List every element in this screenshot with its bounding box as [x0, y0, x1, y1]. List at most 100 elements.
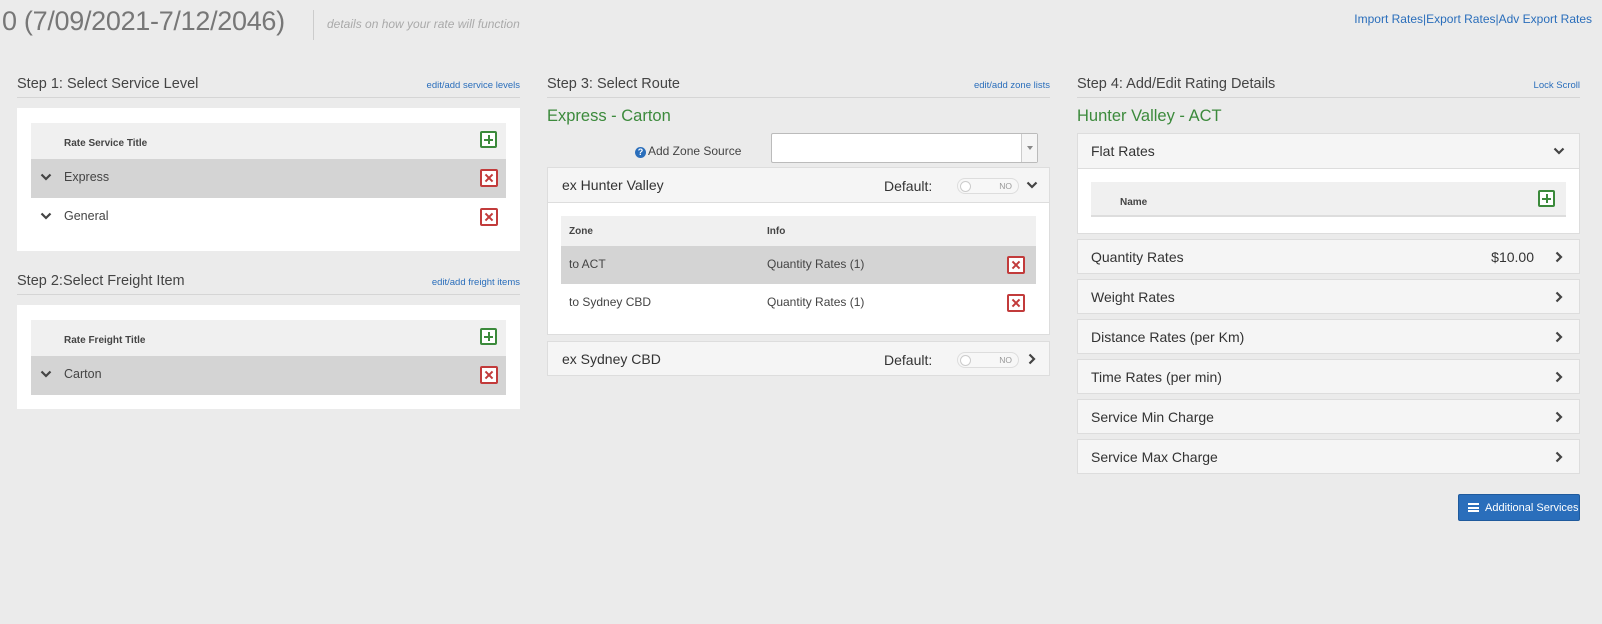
service-level-table: Rate Service Title Express General [31, 123, 506, 237]
table-row[interactable]: to Sydney CBD Quantity Rates (1) [561, 284, 1036, 322]
page-subtitle: details on how your rate will function [327, 17, 520, 31]
toggle-text: NO [999, 355, 1012, 365]
row-label: Express [64, 170, 110, 184]
table-row[interactable]: to ACT Quantity Rates (1) [561, 246, 1036, 284]
row-label: General [64, 209, 109, 223]
table-row[interactable]: Carton [31, 356, 506, 395]
zone-panel-hunter-valley: ex Hunter Valley Default: NO Zone Info t… [547, 167, 1050, 335]
table-row[interactable]: Express [31, 159, 506, 198]
row-label: Carton [64, 367, 102, 381]
chevron-down-icon[interactable] [40, 368, 52, 380]
rate-item-service-max-charge[interactable]: Service Max Charge [1077, 439, 1580, 474]
chevron-right-icon[interactable] [1553, 411, 1565, 423]
default-toggle[interactable]: NO [957, 352, 1019, 368]
table-row[interactable]: General [31, 198, 506, 237]
chevron-right-icon[interactable] [1026, 353, 1038, 365]
zone-panel-body: Zone Info to ACT Quantity Rates (1) to S… [548, 203, 1049, 334]
toggle-text: NO [999, 181, 1012, 191]
freight-item-table: Rate Freight Title Carton [31, 320, 506, 395]
chevron-right-icon[interactable] [1553, 291, 1565, 303]
flat-rates-body: Name [1078, 169, 1579, 233]
flat-rates-table-header: Name [1091, 182, 1566, 217]
service-level-box: Rate Service Title Express General [17, 108, 520, 251]
zone-panel-header[interactable]: ex Sydney CBD Default: NO [548, 342, 1049, 375]
zone-panel-title: ex Sydney CBD [562, 351, 661, 367]
import-rates-link[interactable]: Import Rates [1354, 12, 1423, 26]
info-cell: Quantity Rates (1) [767, 295, 865, 309]
rate-item-time-rates[interactable]: Time Rates (per min) [1077, 359, 1580, 394]
chevron-down-icon[interactable] [40, 171, 52, 183]
add-freight-item-button[interactable] [480, 328, 497, 345]
chevron-right-icon[interactable] [1553, 251, 1565, 263]
rate-item-label: Service Min Charge [1091, 409, 1214, 425]
default-toggle[interactable]: NO [957, 178, 1019, 194]
chevron-right-icon[interactable] [1553, 451, 1565, 463]
route-title: Express - Carton [547, 107, 671, 125]
list-icon [1468, 503, 1479, 512]
adv-export-rates-link[interactable]: Adv Export Rates [1499, 12, 1592, 26]
column-service-freight: Step 1: Select Service Level edit/add se… [17, 74, 520, 409]
chevron-down-icon[interactable] [1553, 145, 1565, 157]
delete-row-button[interactable] [1007, 294, 1025, 312]
delete-row-button[interactable] [1007, 256, 1025, 274]
chevron-right-icon[interactable] [1553, 331, 1565, 343]
step2-header: Step 2:Select Freight Item edit/add frei… [17, 271, 520, 295]
edit-service-levels-link[interactable]: edit/add service levels [427, 80, 520, 91]
delete-row-button[interactable] [480, 208, 498, 226]
chevron-down-icon[interactable] [40, 210, 52, 222]
column-header-zone: Zone [569, 226, 593, 237]
rate-item-label: Distance Rates (per Km) [1091, 329, 1245, 345]
add-service-level-button[interactable] [480, 131, 497, 148]
step3-title: Step 3: Select Route [547, 76, 680, 92]
zone-panel-title: ex Hunter Valley [562, 177, 664, 193]
default-label: Default: [884, 352, 933, 368]
toggle-knob [960, 355, 971, 366]
edit-freight-items-link[interactable]: edit/add freight items [432, 277, 520, 288]
rate-item-label: Time Rates (per min) [1091, 369, 1222, 385]
zone-source-row: ? Add Zone Source [547, 133, 1050, 167]
zone-panel-header[interactable]: ex Hunter Valley Default: NO [548, 168, 1049, 203]
zone-source-select[interactable] [771, 133, 1038, 163]
page-title: 0 (7/09/2021-7/12/2046) [2, 6, 285, 36]
table-header: Rate Service Title [31, 123, 506, 159]
zone-panel-sydney-cbd: ex Sydney CBD Default: NO [547, 341, 1050, 376]
column-route: Step 3: Select Route edit/add zone lists… [547, 74, 1050, 376]
step2-title: Step 2:Select Freight Item [17, 273, 185, 289]
lock-scroll-link[interactable]: Lock Scroll [1534, 80, 1580, 91]
zone-cell: to ACT [569, 257, 606, 271]
additional-services-button[interactable]: Additional Services [1458, 494, 1580, 521]
info-cell: Quantity Rates (1) [767, 257, 865, 271]
column-header-info: Info [767, 226, 786, 237]
table-header: Rate Freight Title [31, 320, 506, 356]
add-flat-rate-button[interactable] [1538, 190, 1555, 207]
column-header-rate-freight-title: Rate Freight Title [64, 335, 146, 346]
delete-row-button[interactable] [480, 169, 498, 187]
zone-table-header: Zone Info [561, 216, 1036, 246]
column-header-rate-service-title: Rate Service Title [64, 138, 148, 149]
flat-rates-panel: Flat Rates Name [1077, 133, 1580, 234]
title-divider [313, 10, 314, 40]
column-rating-details: Step 4: Add/Edit Rating Details Lock Scr… [1077, 74, 1580, 474]
step1-header: Step 1: Select Service Level edit/add se… [17, 74, 520, 98]
rate-item-weight-rates[interactable]: Weight Rates [1077, 279, 1580, 314]
flat-rates-header[interactable]: Flat Rates [1078, 134, 1579, 169]
zone-source-label-wrap: ? Add Zone Source [635, 144, 741, 158]
flat-rates-label: Flat Rates [1091, 143, 1155, 159]
step4-header: Step 4: Add/Edit Rating Details Lock Scr… [1077, 74, 1580, 98]
delete-row-button[interactable] [480, 366, 498, 384]
rate-item-label: Quantity Rates [1091, 249, 1184, 265]
export-rates-link[interactable]: Export Rates [1426, 12, 1495, 26]
rate-item-quantity-rates[interactable]: Quantity Rates $10.00 [1077, 239, 1580, 274]
edit-zone-lists-link[interactable]: edit/add zone lists [974, 80, 1050, 91]
rate-item-service-min-charge[interactable]: Service Min Charge [1077, 399, 1580, 434]
dropdown-arrow-icon[interactable] [1021, 134, 1037, 162]
rate-item-label: Weight Rates [1091, 289, 1175, 305]
top-links: Import Rates|Export Rates|Adv Export Rat… [1354, 12, 1592, 26]
chevron-right-icon[interactable] [1553, 371, 1565, 383]
step4-title: Step 4: Add/Edit Rating Details [1077, 76, 1276, 92]
chevron-down-icon[interactable] [1026, 179, 1038, 191]
help-icon[interactable]: ? [635, 147, 646, 158]
rate-item-label: Service Max Charge [1091, 449, 1218, 465]
rate-item-distance-rates[interactable]: Distance Rates (per Km) [1077, 319, 1580, 354]
toggle-knob [960, 181, 971, 192]
